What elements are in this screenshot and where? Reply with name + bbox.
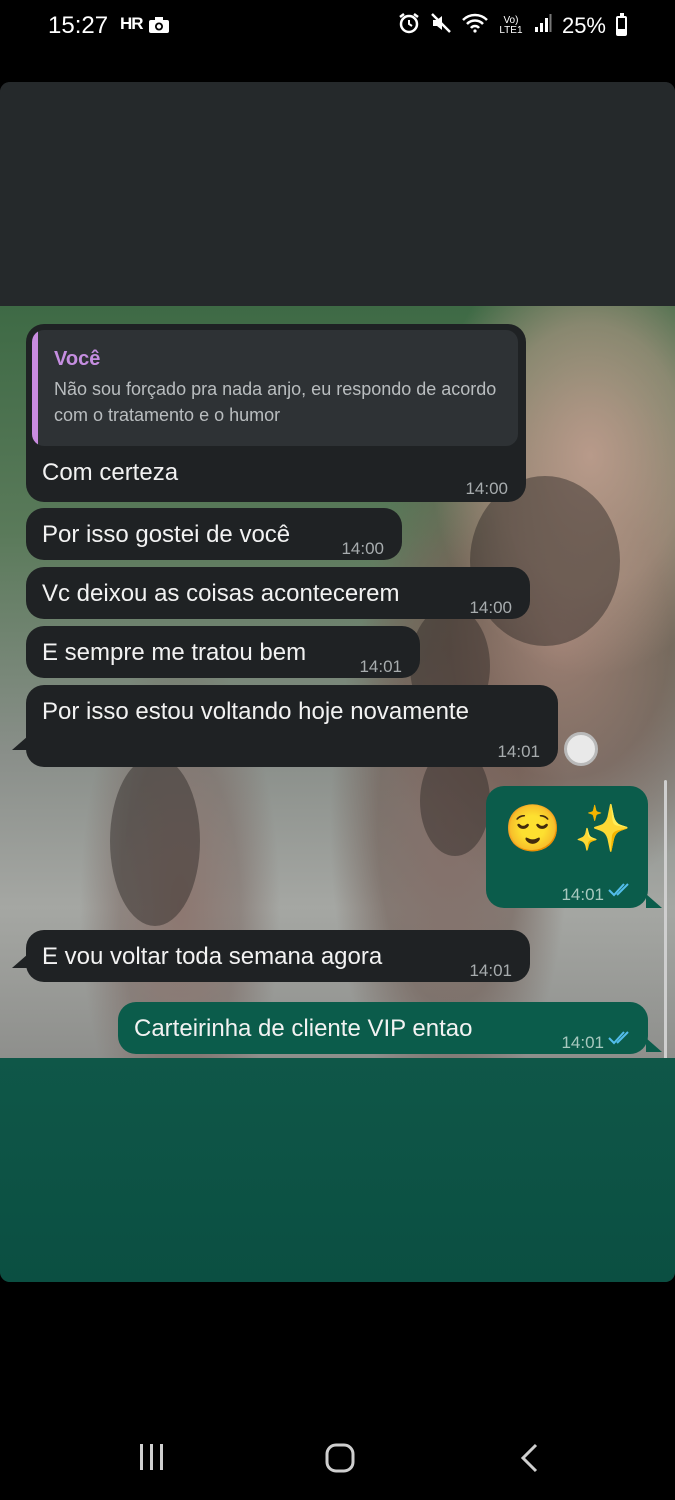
message-text: E vou voltar toda semana agora [42,943,383,970]
message-bubble-incoming[interactable]: Vc deixou as coisas acontecerem 14:00 [26,567,530,619]
message-time: 14:01 [561,885,604,904]
bubble-tail [646,1038,662,1052]
battery-icon [616,12,627,36]
status-icons: Vo) LTE1 25% [398,12,627,39]
story-card: Você Não sou forçado pra nada anjo, eu r… [0,82,675,1282]
quote-author: Você [54,348,101,370]
message-time: 14:00 [465,479,508,498]
quoted-message[interactable]: Você Não sou forçado pra nada anjo, eu r… [32,330,518,446]
message-bubble-incoming[interactable]: Por isso gostei de você 14:00 [26,508,402,560]
message-text: E sempre me tratou bem [42,639,307,666]
status-time: 15:27 [48,12,109,39]
wifi-icon [462,13,488,38]
background-photo-detail [110,756,200,926]
recents-icon[interactable] [138,1442,166,1477]
emoji-message: 😌 ✨ [504,802,632,854]
message-bubble-incoming[interactable]: E sempre me tratou bem 14:01 [26,626,420,678]
message-bubble-outgoing[interactable]: 😌 ✨ 14:01 [486,786,648,908]
card-bottom-area [0,1058,675,1282]
back-icon[interactable] [518,1442,540,1479]
battery-percent: 25% [561,12,606,38]
message-time: 14:00 [469,598,512,617]
message-text: Por isso estou voltando hoje novamente [42,698,469,725]
camera-icon [148,16,170,39]
reaction-button[interactable] [564,732,598,766]
alarm-icon [398,12,420,39]
message-bubble-incoming[interactable]: Você Não sou forçado pra nada anjo, eu r… [26,324,526,502]
message-text: Carteirinha de cliente VIP entao [134,1015,473,1042]
message-text: Por isso gostei de você [42,521,291,548]
volte-indicator: Vo) LTE1 [499,14,523,36]
read-receipt-icon [608,883,629,897]
message-time: 14:00 [341,539,384,558]
card-top-area [0,82,675,306]
message-time: 14:01 [497,742,540,761]
quote-text: Não sou forçado pra nada anjo, eu respon… [54,379,497,425]
status-bar: 15:27 HR Vo) LTE1 25% [0,0,675,52]
mute-icon [430,12,452,39]
message-time: 14:01 [561,1033,604,1052]
message-bubble-outgoing[interactable]: Carteirinha de cliente VIP entao 14:01 [118,1002,648,1054]
chat-screenshot: Você Não sou forçado pra nada anjo, eu r… [0,306,675,1058]
message-bubble-incoming[interactable]: E vou voltar toda semana agora 14:01 [26,930,530,982]
bubble-tail [646,894,662,908]
hr-indicator: HR [120,14,144,33]
message-text: Vc deixou as coisas acontecerem [42,580,400,607]
message-time: 14:01 [469,961,512,980]
message-time: 14:01 [359,657,402,676]
message-text: Com certeza [42,459,179,486]
message-bubble-incoming[interactable]: Por isso estou voltando hoje novamente 1… [26,685,558,767]
scrollbar[interactable] [664,780,667,1058]
quote-accent-bar [32,330,38,446]
home-icon[interactable] [324,1442,356,1479]
navigation-bar [0,1410,675,1500]
read-receipt-icon [608,1031,629,1045]
signal-icon [534,13,552,38]
